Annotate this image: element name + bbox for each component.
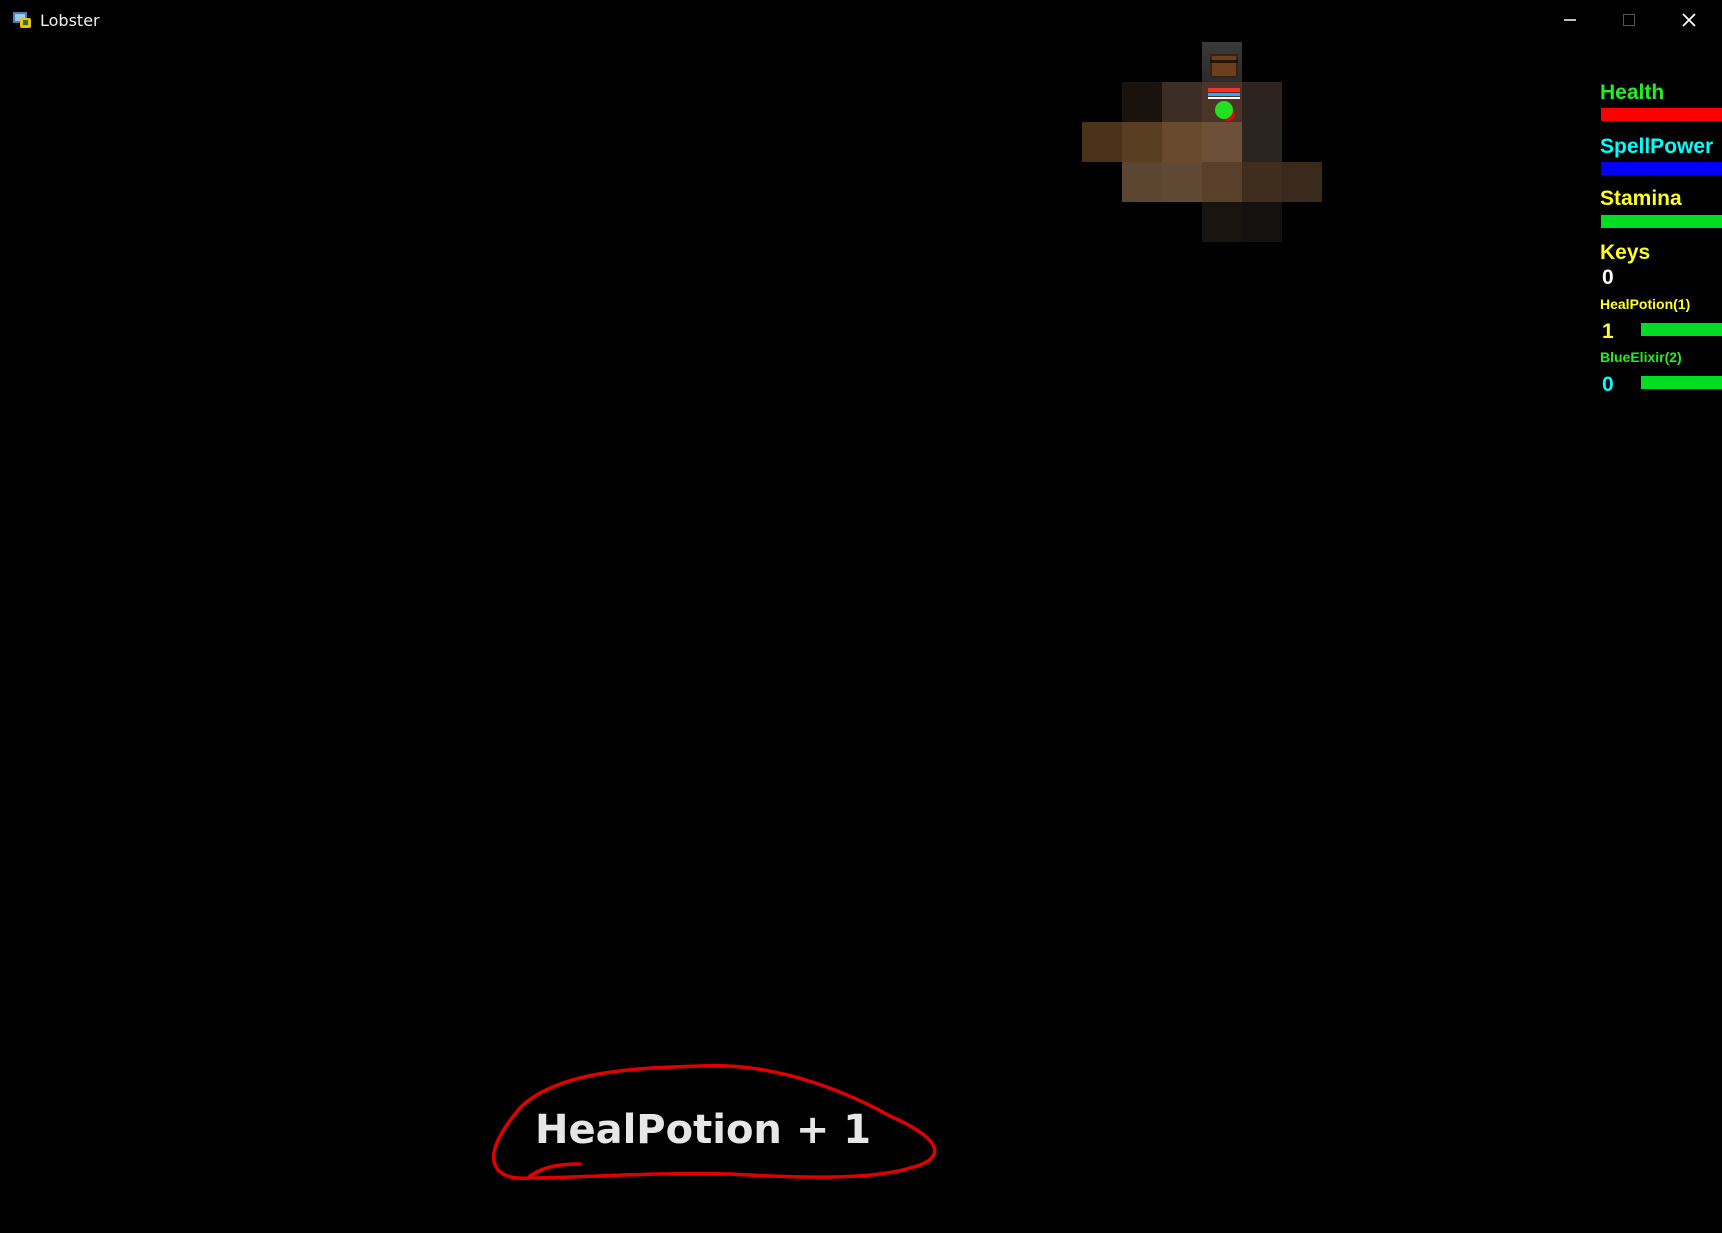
blueelixir-cooldown-bar: [1641, 376, 1722, 389]
lobster-app-icon: [13, 12, 31, 28]
floor-tile: [1162, 122, 1202, 162]
blueelixir-count: 0: [1602, 373, 1614, 396]
floor-tile: [1162, 162, 1202, 202]
close-icon: [1682, 13, 1696, 27]
floor-tile: [1202, 162, 1242, 202]
game-viewport[interactable]: Health SpellPower Stamina Keys 0 HealPot…: [0, 40, 1722, 1233]
player-mana-bar: [1208, 93, 1240, 96]
floor-tile: [1242, 162, 1282, 202]
player-character: [1206, 88, 1242, 128]
healpotion-label: HealPotion(1): [1600, 296, 1691, 312]
keys-count: 0: [1602, 266, 1614, 289]
annotation-circle: [492, 1063, 937, 1180]
floor-tile: [1242, 82, 1282, 122]
player-health-bar: [1208, 88, 1240, 92]
game-window: Lobster Health SpellPower Stamina Keys 0…: [0, 0, 1722, 1233]
player-sprite: [1215, 101, 1233, 119]
floor-tile: [1122, 122, 1162, 162]
title-bar: Lobster: [0, 0, 1722, 40]
floor-tile: [1202, 122, 1242, 162]
spellpower-bar: [1601, 162, 1722, 175]
stamina-bar: [1601, 215, 1722, 228]
maximize-button[interactable]: [1600, 0, 1658, 40]
treasure-chest-tile: [1202, 42, 1242, 82]
minimize-icon: [1564, 19, 1576, 21]
health-label: Health: [1600, 81, 1665, 104]
floor-tile: [1202, 202, 1242, 242]
floor-tile: [1122, 82, 1162, 122]
floor-tile: [1242, 202, 1282, 242]
spellpower-label: SpellPower: [1600, 135, 1714, 158]
floor-tile: [1082, 122, 1122, 162]
floor-tile: [1282, 162, 1322, 202]
window-title: Lobster: [40, 11, 100, 30]
floor-tile: [1122, 162, 1162, 202]
hud-panel: Health SpellPower Stamina Keys 0 HealPot…: [1600, 80, 1722, 410]
stamina-label: Stamina: [1600, 187, 1682, 210]
floor-tile: [1242, 122, 1282, 162]
blueelixir-label: BlueElixir(2): [1600, 349, 1682, 365]
healpotion-count: 1: [1602, 320, 1614, 343]
keys-label: Keys: [1600, 241, 1651, 264]
maximize-icon: [1623, 14, 1635, 26]
floor-tile: [1162, 82, 1202, 122]
minimize-button[interactable]: [1541, 0, 1599, 40]
close-button[interactable]: [1660, 0, 1718, 40]
health-bar: [1601, 108, 1722, 121]
healpotion-cooldown-bar: [1641, 323, 1722, 336]
